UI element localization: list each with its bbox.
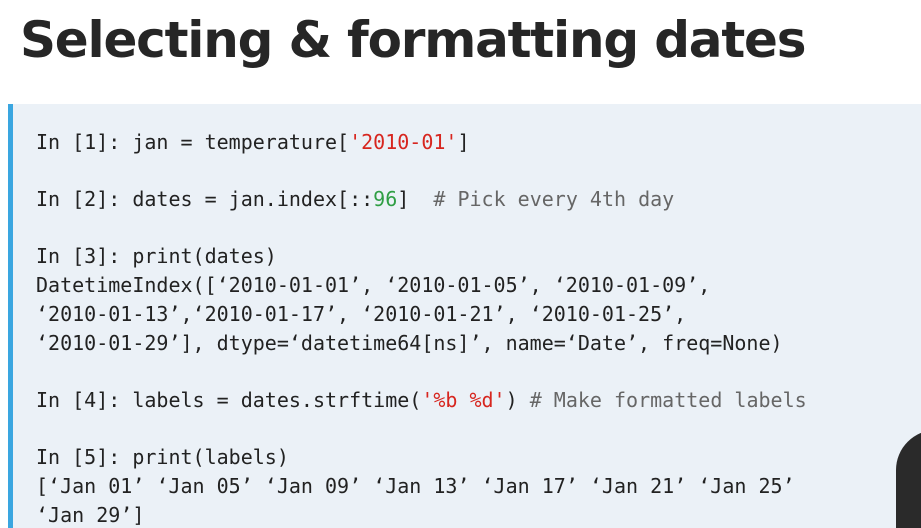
output-line: ‘2010-01-29’], dtype=‘datetime64[ns]’, n… xyxy=(36,331,783,355)
cell-code: labels = dates.strftime( xyxy=(132,388,422,412)
cell-prompt: In [4]: xyxy=(36,388,133,412)
cell-code: print(dates) xyxy=(132,244,277,268)
code-comment: # Pick every 4th day xyxy=(433,187,675,211)
code-cell-3: In [3]: print(dates) xyxy=(36,242,807,271)
output-line: [‘Jan 01’ ‘Jan 05’ ‘Jan 09’ ‘Jan 13’ ‘Ja… xyxy=(36,474,795,498)
code-comment: # Make formatted labels xyxy=(529,388,807,412)
code-cell-1: In [1]: jan = temperature['2010-01'] xyxy=(36,128,807,157)
cell-prompt: In [1]: xyxy=(36,130,133,154)
output-line: ‘Jan 29’] xyxy=(36,503,145,527)
string-literal: '%b %d' xyxy=(421,388,506,412)
cell-prompt: In [2]: xyxy=(36,187,133,211)
cell-code: dates = jan.index[:: xyxy=(132,187,374,211)
cell-prompt: In [5]: xyxy=(36,445,133,469)
cell-code-end: ] xyxy=(397,187,434,211)
code-cell-5: In [5]: print(labels) xyxy=(36,443,807,472)
output-line: DatetimeIndex([‘2010-01-01’, ‘2010-01-05… xyxy=(36,273,711,297)
cell-code: jan = temperature[ xyxy=(132,130,350,154)
string-literal: '2010-01' xyxy=(349,130,458,154)
blank-line xyxy=(36,358,807,386)
slide-title: Selecting & formatting dates xyxy=(20,11,806,69)
blank-line xyxy=(36,415,807,443)
code-cell-2: In [2]: dates = jan.index[::96] # Pick e… xyxy=(36,185,807,214)
cell-code-end: ) xyxy=(505,388,530,412)
cell-code-end: ] xyxy=(457,130,470,154)
output-line: ‘2010-01-13’,‘2010-01-17’, ‘2010-01-21’,… xyxy=(36,302,687,326)
cell-prompt: In [3]: xyxy=(36,244,133,268)
cell-code: print(labels) xyxy=(132,445,289,469)
blank-line xyxy=(36,214,807,242)
code-panel: In [1]: jan = temperature['2010-01'] In … xyxy=(8,104,921,528)
code-cells: In [1]: jan = temperature['2010-01'] In … xyxy=(36,128,807,528)
blank-line xyxy=(36,157,807,185)
number-literal: 96 xyxy=(373,187,398,211)
code-cell-4: In [4]: labels = dates.strftime('%b %d')… xyxy=(36,386,807,415)
